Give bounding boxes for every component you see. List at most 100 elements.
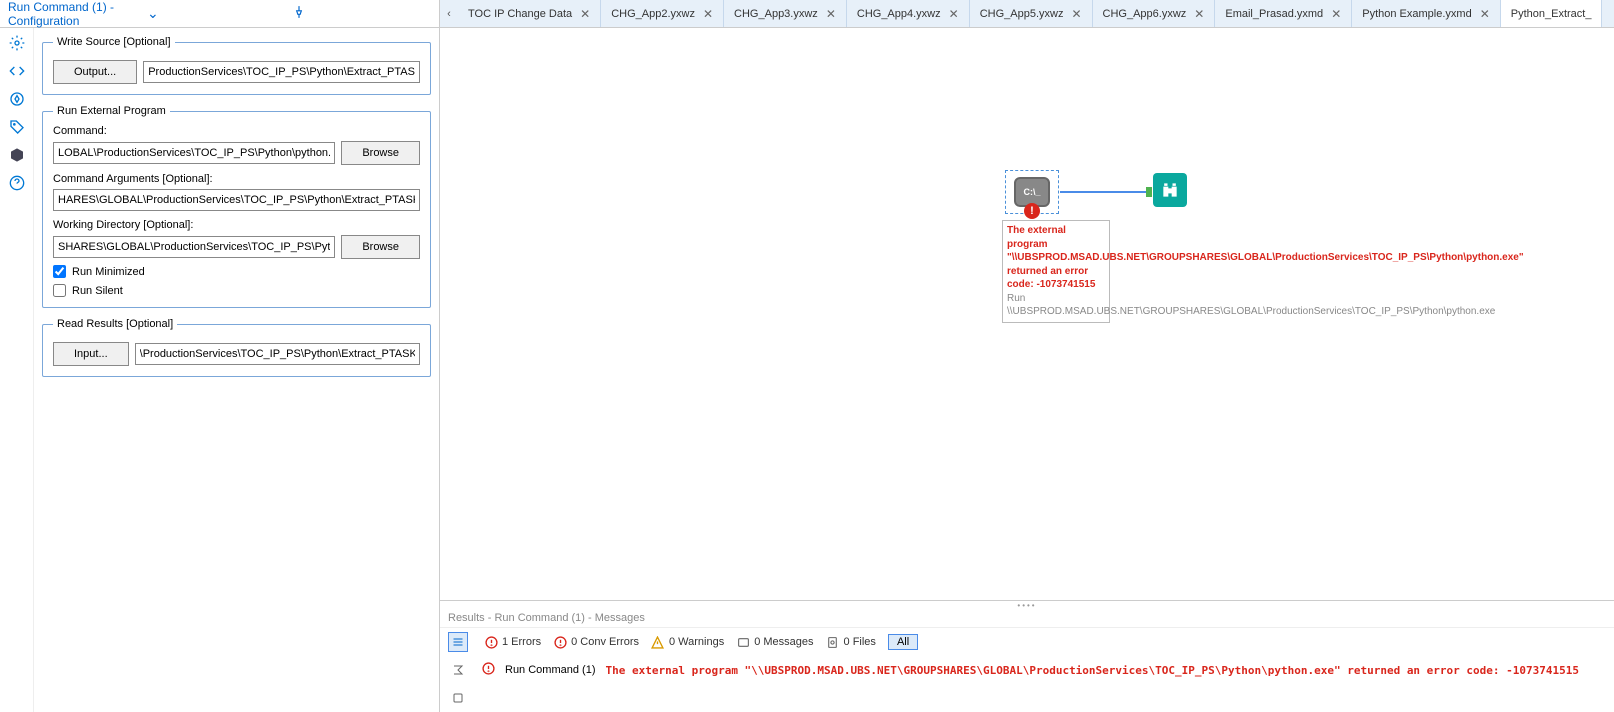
- config-panel-header: Run Command (1) - Configuration ⌄: [0, 0, 439, 28]
- tab-chg-app4[interactable]: CHG_App4.yxwz ✕: [847, 0, 970, 27]
- warnings-filter[interactable]: 0 Warnings: [651, 635, 724, 649]
- view-list-icon[interactable]: [448, 632, 468, 652]
- close-icon[interactable]: ✕: [1331, 7, 1341, 21]
- xml-icon[interactable]: [8, 62, 26, 80]
- tab-label: CHG_App2.yxwz: [611, 8, 695, 20]
- input-button[interactable]: Input...: [53, 342, 129, 366]
- grey-annotation-text: Run \\UBSPROD.MSAD.UBS.NET\GROUPSHARES\G…: [1007, 292, 1105, 319]
- tab-label: Python_Extract_: [1511, 8, 1592, 20]
- document-tabs: ‹ TOC IP Change Data ✕ CHG_App2.yxwz ✕ CHG…: [440, 0, 1614, 28]
- tab-label: Email_Prasad.yxmd: [1225, 8, 1323, 20]
- run-external-group: Run External Program Command: Browse Com…: [42, 105, 431, 308]
- tab-label: CHG_App6.yxwz: [1103, 8, 1187, 20]
- write-source-legend: Write Source [Optional]: [53, 36, 175, 48]
- all-filter-button[interactable]: All: [888, 634, 918, 650]
- tool-annotation: The external program "\\UBSPROD.MSAD.UBS…: [1002, 220, 1110, 323]
- conv-error-icon: [553, 635, 567, 649]
- browse-tool[interactable]: [1153, 173, 1187, 207]
- output-path-input[interactable]: [143, 61, 420, 83]
- sigma-icon[interactable]: [448, 660, 468, 680]
- read-results-legend: Read Results [Optional]: [53, 318, 177, 330]
- input-path-input[interactable]: [135, 343, 420, 365]
- tab-email-prasad[interactable]: Email_Prasad.yxmd ✕: [1215, 0, 1352, 27]
- run-external-legend: Run External Program: [53, 105, 170, 117]
- tab-chg-app3[interactable]: CHG_App3.yxwz ✕: [724, 0, 847, 27]
- args-label: Command Arguments [Optional]:: [53, 173, 420, 185]
- gear-icon[interactable]: [8, 34, 26, 52]
- close-icon[interactable]: ✕: [1071, 7, 1081, 21]
- command-input[interactable]: [53, 142, 335, 164]
- asset-icon[interactable]: [8, 146, 26, 164]
- conv-count: 0 Conv Errors: [571, 636, 639, 648]
- results-toolbar: 1 Errors 0 Conv Errors 0 Warnings 0 Mess…: [440, 627, 1614, 656]
- run-minimized-label: Run Minimized: [72, 266, 145, 278]
- tag-icon[interactable]: [8, 118, 26, 136]
- messages-count: 0 Messages: [754, 636, 813, 648]
- workdir-browse-button[interactable]: Browse: [341, 235, 420, 259]
- config-form: Write Source [Optional] Output... Run Ex…: [34, 28, 439, 712]
- config-panel: Run Command (1) - Configuration ⌄ Write …: [0, 0, 440, 712]
- results-row[interactable]: Run Command (1) The external program "\\…: [440, 656, 1614, 684]
- workflow-canvas[interactable]: C:\_ ! The external program "\\UBSPROD.M…: [440, 28, 1614, 600]
- resize-handle[interactable]: ••••: [440, 601, 1614, 609]
- tab-label: CHG_App3.yxwz: [734, 8, 818, 20]
- tab-scroll-left-icon[interactable]: ‹: [440, 0, 458, 27]
- run-command-tool[interactable]: C:\_ !: [1005, 170, 1059, 214]
- tab-chg-app2[interactable]: CHG_App2.yxwz ✕: [601, 0, 724, 27]
- close-icon[interactable]: ✕: [1480, 7, 1490, 21]
- error-icon: [484, 635, 498, 649]
- connector-line: [1060, 191, 1146, 193]
- warning-icon: [651, 635, 665, 649]
- warnings-count: 0 Warnings: [669, 636, 724, 648]
- workdir-label: Working Directory [Optional]:: [53, 219, 420, 231]
- help-icon[interactable]: [8, 174, 26, 192]
- results-source: Run Command (1): [505, 664, 595, 676]
- tab-label: TOC IP Change Data: [468, 8, 572, 20]
- close-icon[interactable]: ✕: [1194, 7, 1204, 21]
- binoculars-icon: [1160, 180, 1180, 200]
- config-panel-title: Run Command (1) - Configuration: [8, 0, 147, 28]
- connector-tip: [1146, 187, 1152, 197]
- message-icon: [736, 635, 750, 649]
- pin-icon[interactable]: [292, 5, 431, 22]
- command-browse-button[interactable]: Browse: [341, 141, 420, 165]
- run-silent-label: Run Silent: [72, 285, 123, 297]
- tab-label: Python Example.yxmd: [1362, 8, 1471, 20]
- error-badge-icon: !: [1024, 203, 1040, 219]
- run-minimized-checkbox[interactable]: [53, 265, 66, 278]
- conv-errors-filter[interactable]: 0 Conv Errors: [553, 635, 639, 649]
- files-count: 0 Files: [844, 636, 876, 648]
- tab-python-extract[interactable]: Python_Extract_: [1501, 0, 1603, 27]
- errors-count: 1 Errors: [502, 636, 541, 648]
- close-icon[interactable]: ✕: [580, 7, 590, 21]
- write-source-group: Write Source [Optional] Output...: [42, 36, 431, 95]
- nav-icon[interactable]: [8, 90, 26, 108]
- output-button[interactable]: Output...: [53, 60, 137, 84]
- results-panel: •••• Results - Run Command (1) - Message…: [440, 600, 1614, 712]
- collapse-chevron-icon[interactable]: ⌄: [147, 5, 286, 22]
- error-annotation-text: The external program "\\UBSPROD.MSAD.UBS…: [1007, 224, 1105, 292]
- close-icon[interactable]: ✕: [826, 7, 836, 21]
- tab-label: CHG_App4.yxwz: [857, 8, 941, 20]
- args-input[interactable]: [53, 189, 420, 211]
- tab-toc-ip-change[interactable]: TOC IP Change Data ✕: [458, 0, 601, 27]
- tab-python-example[interactable]: Python Example.yxmd ✕: [1352, 0, 1501, 27]
- read-results-group: Read Results [Optional] Input...: [42, 318, 431, 377]
- config-sidebar: [0, 28, 34, 712]
- close-icon[interactable]: ✕: [703, 7, 713, 21]
- command-label: Command:: [53, 125, 420, 137]
- row-error-icon: [482, 662, 495, 678]
- files-filter[interactable]: 0 Files: [826, 635, 876, 649]
- tab-label: CHG_App5.yxwz: [980, 8, 1064, 20]
- tab-chg-app5[interactable]: CHG_App5.yxwz ✕: [970, 0, 1093, 27]
- panel-icon[interactable]: [448, 688, 468, 708]
- close-icon[interactable]: ✕: [949, 7, 959, 21]
- file-icon: [826, 635, 840, 649]
- results-message: The external program "\\UBSPROD.MSAD.UBS…: [605, 664, 1579, 677]
- workdir-input[interactable]: [53, 236, 335, 258]
- messages-filter[interactable]: 0 Messages: [736, 635, 813, 649]
- errors-filter[interactable]: 1 Errors: [484, 635, 541, 649]
- run-silent-checkbox[interactable]: [53, 284, 66, 297]
- tab-chg-app6[interactable]: CHG_App6.yxwz ✕: [1093, 0, 1216, 27]
- results-header: Results - Run Command (1) - Messages: [440, 609, 1614, 627]
